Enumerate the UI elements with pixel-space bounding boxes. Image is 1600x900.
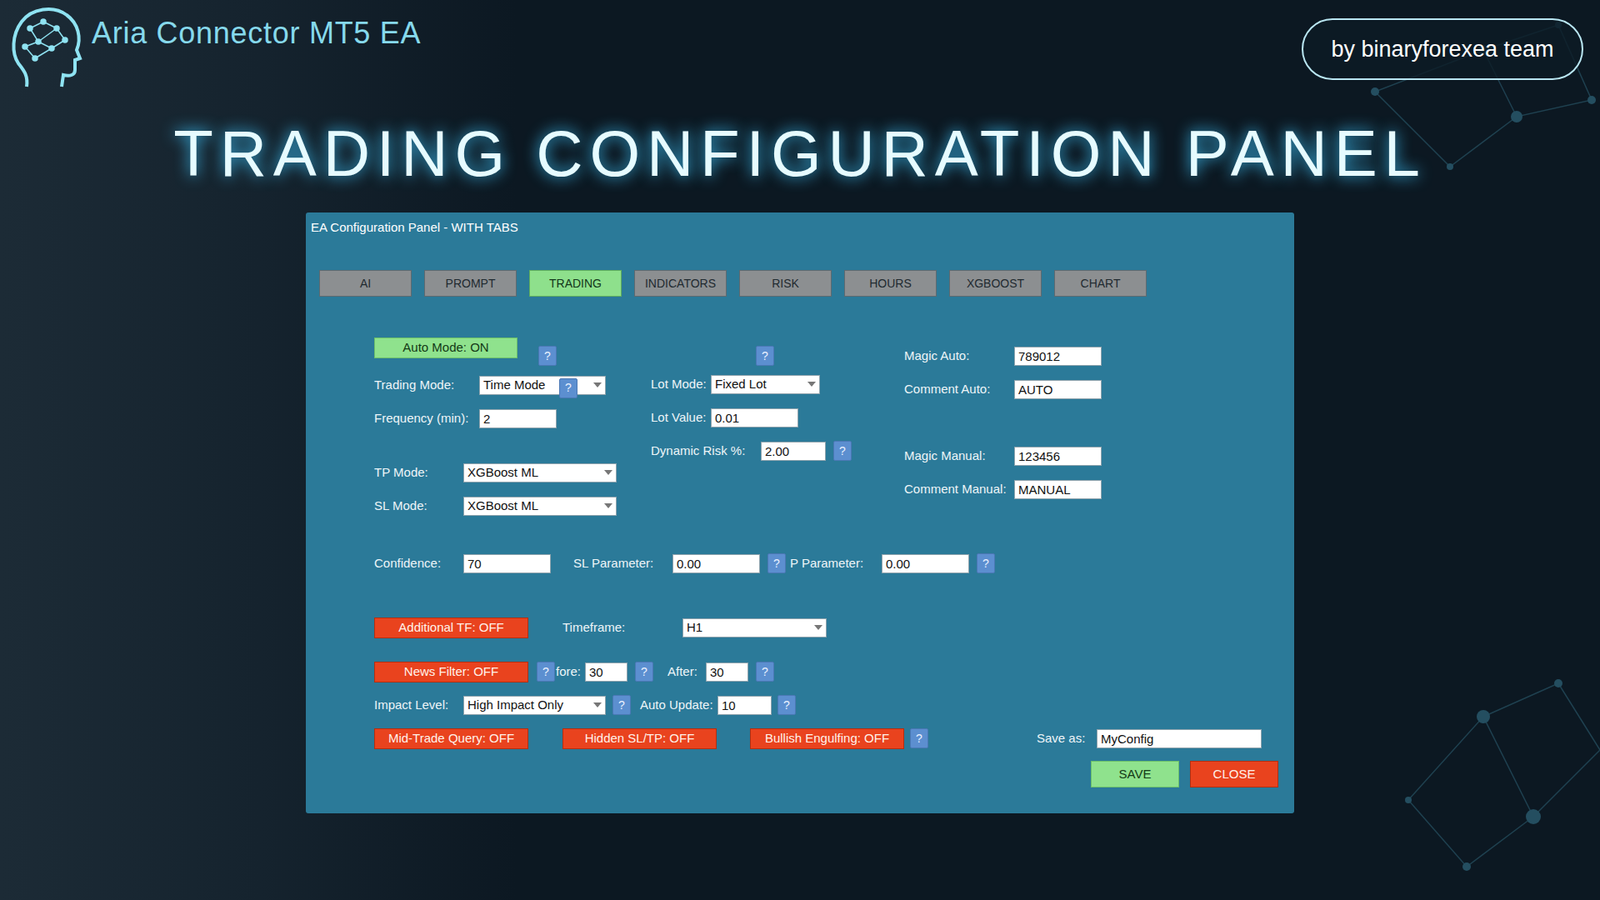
tab[interactable]: XGBOOST <box>949 270 1042 297</box>
news-filter-toggle[interactable]: News Filter: OFF <box>374 661 529 683</box>
close-button[interactable]: CLOSE <box>1190 760 1279 788</box>
tab[interactable]: HOURS <box>844 270 937 297</box>
help-button[interactable]: ? <box>559 378 578 399</box>
auto-update-label: Auto Update: <box>640 695 718 715</box>
lot-value-input[interactable] <box>710 408 799 428</box>
tab[interactable]: CHART <box>1054 270 1147 297</box>
help-button[interactable]: ? <box>755 345 775 366</box>
sl-mode-select[interactable]: XGBoost ML <box>463 496 617 516</box>
lot-mode-value: Fixed Lot <box>715 375 767 395</box>
save-as-label: Save as: <box>1036 729 1097 749</box>
sl-mode-label: SL Mode: <box>374 496 464 516</box>
confidence-label: Confidence: <box>374 554 464 574</box>
help-button[interactable]: ? <box>833 440 852 461</box>
magic-auto-input[interactable] <box>1014 346 1102 366</box>
tab-bar: AI PROMPT TRADING INDICATORS RISK HOURS XGBOOS… <box>305 270 1295 297</box>
additional-tf-toggle[interactable]: Additional TF: OFF <box>374 617 529 639</box>
tab[interactable]: AI <box>319 270 412 297</box>
comment-manual-label: Comment Manual: <box>904 480 1015 500</box>
before-input[interactable] <box>585 662 628 682</box>
timeframe-value: H1 <box>686 618 703 638</box>
timeframe-label: Timeframe: <box>562 618 683 638</box>
trading-mode-value: Time Mode <box>483 375 545 395</box>
frequency-input[interactable] <box>479 409 557 429</box>
magic-auto-label: Magic Auto: <box>904 346 1015 366</box>
panel-title: EA Configuration Panel - WITH TABS <box>305 212 1295 236</box>
help-button[interactable]: ? <box>612 695 631 715</box>
sl-mode-value: XGBoost ML <box>467 496 539 516</box>
page-heading: TRADING CONFIGURATION PANEL <box>0 111 1600 195</box>
tab[interactable]: PROMPT <box>424 270 517 297</box>
tp-parameter-label: P Parameter: <box>790 554 882 574</box>
dynamic-risk-label: Dynamic Risk %: <box>650 441 761 461</box>
app-title: Aria Connector MT5 EA <box>91 15 421 52</box>
tab[interactable]: TRADING <box>529 270 622 297</box>
magic-manual-input[interactable] <box>1014 446 1102 466</box>
help-button[interactable]: ? <box>538 345 557 366</box>
help-button[interactable]: ? <box>767 553 786 574</box>
magic-manual-label: Magic Manual: <box>904 446 1015 466</box>
tab[interactable]: INDICATORS <box>634 270 727 297</box>
save-as-input[interactable] <box>1096 729 1262 749</box>
help-button[interactable]: ? <box>976 553 995 574</box>
dropdown-arrow-icon <box>593 382 602 388</box>
impact-level-select[interactable]: High Impact Only <box>463 695 606 715</box>
save-button[interactable]: SAVE <box>1090 760 1180 788</box>
impact-level-value: High Impact Only <box>467 695 564 715</box>
ai-head-logo-icon <box>10 3 84 97</box>
impact-level-label: Impact Level: <box>374 695 464 715</box>
bullish-engulfing-toggle[interactable]: Bullish Engulfing: OFF <box>750 728 905 750</box>
page: Aria Connector MT5 EA by binaryforexea t… <box>0 0 1600 900</box>
help-button[interactable]: ? <box>777 695 796 715</box>
mid-trade-query-toggle[interactable]: Mid-Trade Query: OFF <box>374 728 529 750</box>
tab[interactable]: RISK <box>739 270 832 297</box>
after-input[interactable] <box>705 662 749 682</box>
hidden-sl-tp-toggle[interactable]: Hidden SL/TP: OFF <box>562 728 717 750</box>
dropdown-arrow-icon <box>604 470 613 475</box>
lot-mode-select[interactable]: Fixed Lot <box>710 375 820 395</box>
lot-value-label: Lot Value: <box>650 408 711 428</box>
sl-parameter-input[interactable] <box>672 554 760 574</box>
config-panel: EA Configuration Panel - WITH TABS AI PRO… <box>305 212 1295 814</box>
help-button[interactable]: ? <box>536 661 555 682</box>
sl-parameter-label: SL Parameter: <box>573 554 673 574</box>
comment-manual-input[interactable] <box>1014 480 1102 500</box>
tp-parameter-input[interactable] <box>881 554 970 574</box>
dropdown-arrow-icon <box>593 702 602 708</box>
dynamic-risk-input[interactable] <box>760 441 826 461</box>
trading-mode-select[interactable]: Time Mode ? <box>479 375 606 395</box>
timeframe-select[interactable]: H1 <box>682 618 827 638</box>
auto-mode-toggle[interactable]: Auto Mode: ON <box>374 337 518 359</box>
auto-update-input[interactable] <box>717 695 772 715</box>
trading-mode-label: Trading Mode: <box>374 375 480 395</box>
help-button[interactable]: ? <box>635 661 654 682</box>
after-label: After: <box>667 662 706 682</box>
tp-mode-label: TP Mode: <box>374 463 464 483</box>
comment-auto-label: Comment Auto: <box>904 380 1015 400</box>
author-badge: by binaryforexea team <box>1301 18 1584 80</box>
lot-mode-label: Lot Mode: <box>650 375 711 395</box>
tp-mode-value: XGBoost ML <box>467 463 539 483</box>
frequency-label: Frequency (min): <box>374 409 480 429</box>
confidence-input[interactable] <box>463 554 551 574</box>
dropdown-arrow-icon <box>604 503 613 509</box>
dropdown-arrow-icon <box>814 625 823 630</box>
before-label: fore: <box>555 662 585 682</box>
dropdown-arrow-icon <box>807 381 816 387</box>
comment-auto-input[interactable] <box>1014 380 1102 400</box>
help-button[interactable]: ? <box>910 728 929 749</box>
tp-mode-select[interactable]: XGBoost ML <box>463 463 617 483</box>
help-button[interactable]: ? <box>755 661 775 682</box>
